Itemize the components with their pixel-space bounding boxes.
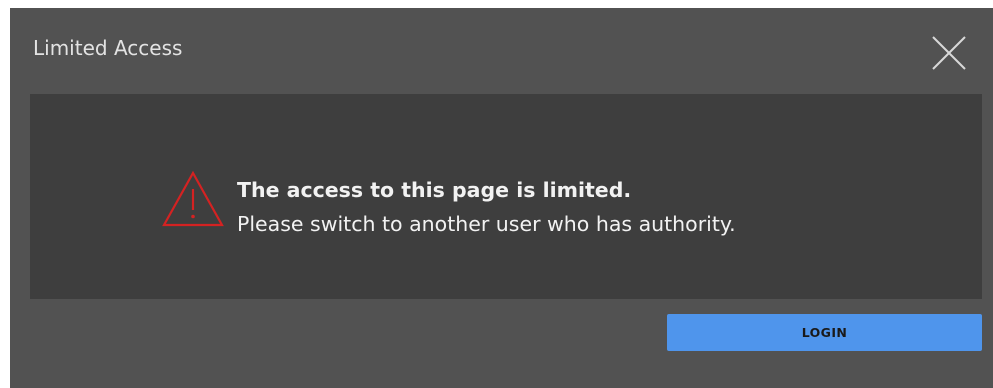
login-button[interactable]: LOGIN [667, 314, 982, 351]
message-text: The access to this page is limited. Plea… [237, 173, 736, 241]
dialog-title: Limited Access [33, 36, 183, 60]
warning-triangle-icon [162, 170, 224, 227]
message-panel: The access to this page is limited. Plea… [30, 94, 982, 299]
close-icon [932, 36, 966, 70]
message-title: The access to this page is limited. [237, 178, 632, 202]
message-body: Please switch to another user who has au… [237, 212, 736, 236]
limited-access-dialog: Limited Access The access to this page i… [10, 8, 993, 388]
close-button[interactable] [930, 34, 968, 72]
